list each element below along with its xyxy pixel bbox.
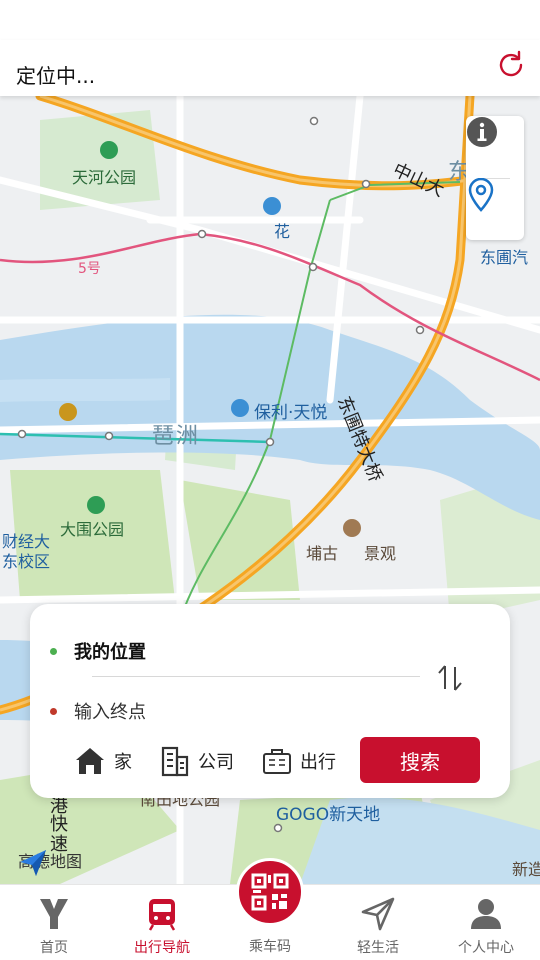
map-label-poly: 保利·天悦 xyxy=(254,403,328,423)
destination-field[interactable]: 输入终点 xyxy=(50,698,146,724)
tab-light-life-label: 轻生活 xyxy=(357,940,399,956)
info-icon xyxy=(467,117,497,147)
quick-link-travel-label: 出行 xyxy=(300,752,336,773)
map-label-xinjin: 新造 xyxy=(512,860,540,879)
tab-light-life[interactable]: 轻生活 xyxy=(324,893,432,959)
quick-link-company-label: 公司 xyxy=(198,752,234,773)
tab-ride-code-label: 乘车码 xyxy=(249,939,291,955)
location-pin-icon xyxy=(468,178,494,212)
map-label-line5: 5号 xyxy=(78,261,101,277)
building-icon xyxy=(161,746,189,777)
status-bar xyxy=(0,0,540,40)
quick-link-home[interactable]: 家 xyxy=(74,744,132,778)
map-label-gogo: GOGO新天地 xyxy=(276,805,381,825)
map-label-donghui: 东圃汽 xyxy=(480,248,529,267)
destination-placeholder: 输入终点 xyxy=(74,702,146,723)
home-y-icon xyxy=(40,899,68,929)
tab-profile[interactable]: 个人中心 xyxy=(432,893,540,959)
quick-link-travel[interactable]: 出行 xyxy=(262,744,336,778)
origin-text: 我的位置 xyxy=(74,642,146,663)
refresh-icon xyxy=(499,50,523,77)
tab-profile-label: 个人中心 xyxy=(458,940,514,956)
luggage-icon xyxy=(263,749,291,774)
home-icon xyxy=(76,748,104,774)
user-icon xyxy=(471,899,501,929)
quick-link-home-label: 家 xyxy=(114,752,132,773)
destination-dot xyxy=(50,707,57,715)
locate-button[interactable] xyxy=(466,178,524,240)
train-icon xyxy=(148,899,176,931)
map-label-jingguan: 景观 xyxy=(364,544,397,563)
map-label-dawei-park: 大围公园 xyxy=(60,520,125,539)
origin-dot xyxy=(50,647,57,655)
qr-code-icon xyxy=(251,873,289,911)
search-button[interactable]: 搜索 xyxy=(360,737,480,783)
tab-navigation-label: 出行导航 xyxy=(134,940,190,956)
field-divider xyxy=(92,676,420,677)
navigation-arrow-icon xyxy=(20,850,46,876)
send-icon xyxy=(361,897,395,931)
info-button[interactable] xyxy=(466,116,524,178)
amap-logo: 高德地图 xyxy=(18,848,82,876)
map-label-finance-2: 东校区 xyxy=(2,552,51,571)
refresh-button[interactable] xyxy=(494,48,528,82)
tab-home[interactable]: 首页 xyxy=(0,893,108,959)
map-label-tianhe-park: 天河公园 xyxy=(72,168,137,187)
map-label-hua: 花 xyxy=(274,222,291,241)
top-bar: 定位中... xyxy=(0,40,540,96)
map-controls xyxy=(466,116,524,240)
swap-button[interactable] xyxy=(434,662,466,694)
route-panel: 我的位置 输入终点 家 公司 出行 搜索 xyxy=(30,604,510,798)
map-label-pazhou: 琶洲 xyxy=(152,424,201,449)
quick-link-company[interactable]: 公司 xyxy=(160,744,234,778)
qr-code-button[interactable] xyxy=(236,858,304,926)
tab-navigation[interactable]: 出行导航 xyxy=(108,893,216,959)
origin-field[interactable]: 我的位置 xyxy=(50,638,146,664)
swap-arrows-icon xyxy=(438,665,462,691)
locating-text: 定位中... xyxy=(16,64,96,88)
tab-home-label: 首页 xyxy=(40,940,68,956)
map-label-pugu: 埔古 xyxy=(306,544,339,563)
